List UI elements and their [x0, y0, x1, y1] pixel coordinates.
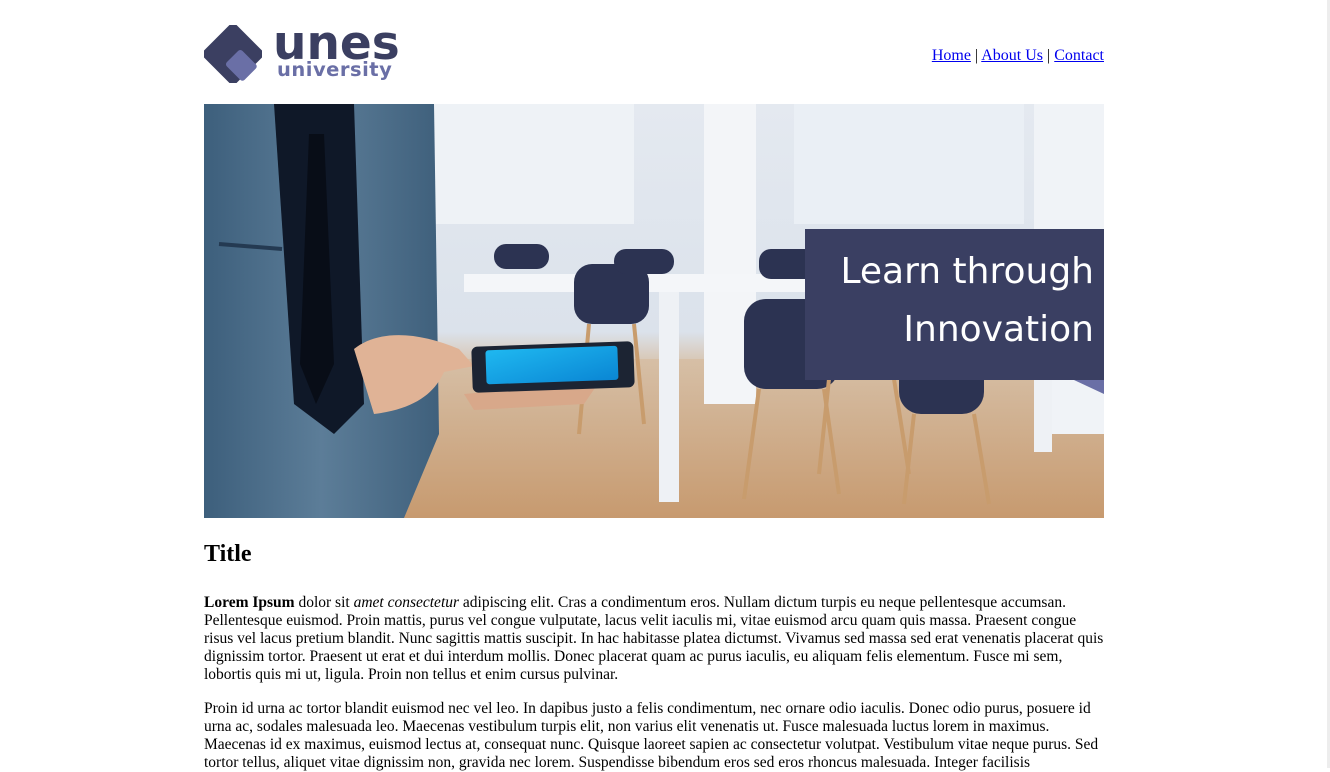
hero-tagline-line-1: Learn through: [840, 251, 1094, 292]
hero-tagline-box: Learn through Innovation: [805, 229, 1104, 380]
site-logo[interactable]: unes university: [204, 20, 414, 85]
main-nav: Home | About Us | Contact: [932, 46, 1104, 66]
logo-subtitle: university: [277, 58, 393, 81]
nav-link-contact[interactable]: Contact: [1054, 47, 1104, 64]
nav-link-about-us[interactable]: About Us: [981, 47, 1043, 64]
article-text: dolor sit: [294, 594, 354, 611]
logo-diamond-icon: [204, 25, 262, 83]
article: Title Lorem Ipsum dolor sit amet consect…: [204, 540, 1104, 772]
hero-tagline-line-2: Innovation: [903, 309, 1094, 350]
article-paragraph-2: Proin id urna ac tortor blandit euismod …: [204, 700, 1099, 771]
site-header: unes university Home | About Us | Contac…: [204, 0, 1104, 104]
article-italic-text: amet consectetur: [353, 594, 460, 611]
nav-separator: |: [970, 47, 982, 64]
article-bold-text: Lorem Ipsum: [204, 594, 295, 611]
nav-separator: |: [1043, 47, 1055, 64]
nav-link-home[interactable]: Home: [932, 47, 971, 64]
hero-banner: Learn through Innovation: [204, 104, 1104, 518]
article-title: Title: [204, 541, 252, 567]
article-paragraph-1: Lorem Ipsum dolor sit amet consectetur a…: [204, 594, 1104, 684]
page-container: unes university Home | About Us | Contac…: [204, 0, 1104, 771]
